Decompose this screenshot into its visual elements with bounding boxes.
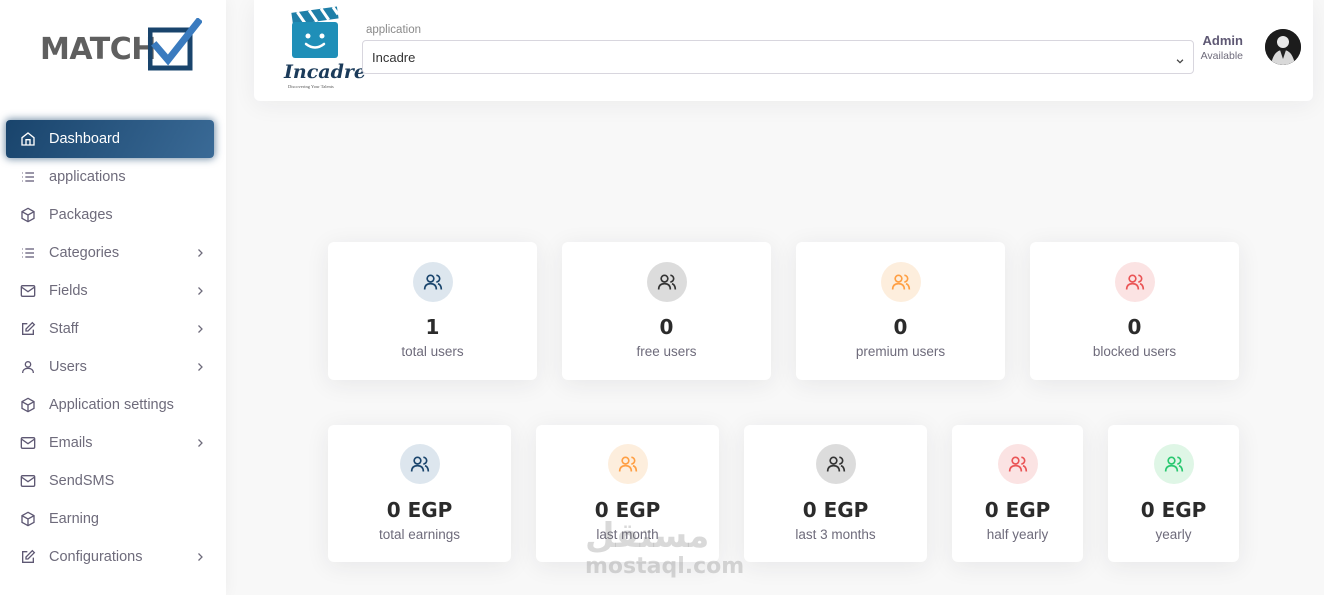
sidebar-item-label: Earning	[49, 511, 99, 527]
sidebar-item-application-settings[interactable]: Application settings	[6, 386, 214, 424]
edit-icon	[20, 321, 36, 337]
sidebar-item-users[interactable]: Users	[6, 348, 214, 386]
application-select[interactable]: Incadre	[362, 40, 1194, 74]
stat-card-blocked-users: 0 blocked users	[1030, 242, 1239, 380]
stat-label: blocked users	[1092, 344, 1177, 359]
stat-value: 1	[425, 315, 440, 339]
mail-icon	[20, 435, 36, 451]
application-logo-tagline: Discovering Your Talents	[288, 84, 334, 89]
application-select-value: Incadre	[372, 50, 416, 65]
sidebar-item-label: Dashboard	[49, 131, 120, 147]
sidebar-item-label: Categories	[49, 245, 120, 261]
sidebar-item-staff[interactable]: Staff	[6, 310, 214, 348]
sidebar-item-categories[interactable]: Categories	[6, 234, 214, 272]
stat-label: yearly	[1155, 527, 1192, 542]
sidebar-item-fields[interactable]: Fields	[6, 272, 214, 310]
stat-label: premium users	[855, 344, 946, 359]
users-icon	[880, 262, 921, 302]
sidebar-item-label: Configurations	[49, 549, 143, 565]
brand-logo[interactable]: MATCH	[40, 18, 202, 74]
chevron-down-icon	[1175, 53, 1185, 71]
stat-card-total-earnings: 0 EGP total earnings	[328, 425, 511, 562]
chevron-right-icon	[194, 360, 206, 378]
users-icon	[607, 444, 648, 484]
sidebar-item-configurations[interactable]: Configurations	[6, 538, 214, 576]
checkmark-logo-icon	[148, 18, 202, 71]
stat-value: 0 EGP	[386, 498, 453, 522]
watermark-arabic: مستقل	[585, 516, 710, 556]
stat-card-last-3-months: 0 EGP last 3 months	[744, 425, 927, 562]
user-status: Available	[1200, 50, 1243, 62]
users-icon	[399, 444, 440, 484]
users-icon	[646, 262, 687, 302]
stat-card-free-users: 0 free users	[562, 242, 771, 380]
sidebar-nav: Dashboard applications Packages Categori…	[0, 120, 226, 576]
users-icon	[1114, 262, 1155, 302]
list-icon	[20, 169, 36, 185]
users-icon	[997, 444, 1038, 484]
home-icon	[20, 131, 36, 147]
chevron-right-icon	[194, 436, 206, 454]
stat-value: 0	[893, 315, 908, 339]
sidebar: MATCH Dashboard applications Packages Ca…	[0, 0, 226, 595]
application-logo: Incadre Discovering Your Talents	[282, 6, 366, 94]
stat-value: 0	[1127, 315, 1142, 339]
stat-card-premium-users: 0 premium users	[796, 242, 1005, 380]
edit-icon	[20, 549, 36, 565]
stat-value: 0 EGP	[984, 498, 1051, 522]
mail-icon	[20, 473, 36, 489]
sidebar-item-applications[interactable]: applications	[6, 158, 214, 196]
sidebar-item-label: Packages	[49, 207, 113, 223]
stat-label: half yearly	[986, 527, 1049, 542]
users-icon	[815, 444, 856, 484]
stat-card-total-users: 1 total users	[328, 242, 537, 380]
chevron-right-icon	[194, 284, 206, 302]
sidebar-item-earning[interactable]: Earning	[6, 500, 214, 538]
package-icon	[20, 207, 36, 223]
watermark: مستقل mostaql.com	[585, 518, 744, 578]
stat-card-half-yearly: 0 EGP half yearly	[952, 425, 1083, 562]
avatar-image	[1265, 29, 1301, 65]
sidebar-item-label: Fields	[49, 283, 88, 299]
sidebar-item-label: Staff	[49, 321, 79, 337]
stat-label: free users	[636, 344, 697, 359]
package-icon	[20, 397, 36, 413]
stat-value: 0	[659, 315, 674, 339]
sidebar-item-label: applications	[49, 169, 126, 185]
stat-value: 0 EGP	[802, 498, 869, 522]
sidebar-item-label: Users	[49, 359, 87, 375]
sidebar-item-emails[interactable]: Emails	[6, 424, 214, 462]
application-select-label: application	[366, 24, 421, 36]
package-icon	[20, 511, 36, 527]
chevron-right-icon	[194, 246, 206, 264]
stat-label: total users	[401, 344, 464, 359]
application-logo-text: Incadre	[284, 61, 366, 83]
top-navbar: Incadre Discovering Your Talents applica…	[254, 0, 1313, 101]
avatar[interactable]	[1265, 29, 1301, 65]
user-icon	[20, 359, 36, 375]
users-icon	[1153, 444, 1194, 484]
sidebar-item-packages[interactable]: Packages	[6, 196, 214, 234]
users-icon	[412, 262, 453, 302]
list-icon	[20, 245, 36, 261]
sidebar-item-sendsms[interactable]: SendSMS	[6, 462, 214, 500]
mail-icon	[20, 283, 36, 299]
brand-logo-text: MATCH	[40, 32, 156, 67]
stat-label: total earnings	[378, 527, 461, 542]
chevron-right-icon	[194, 550, 206, 568]
stat-value: 0 EGP	[1140, 498, 1207, 522]
sidebar-item-label: Emails	[49, 435, 93, 451]
sidebar-item-label: Application settings	[49, 397, 174, 413]
stat-label: last 3 months	[795, 527, 876, 542]
user-name: Admin	[1202, 33, 1243, 48]
sidebar-item-label: SendSMS	[49, 473, 115, 489]
sidebar-item-dashboard[interactable]: Dashboard	[6, 120, 214, 158]
stat-card-yearly: 0 EGP yearly	[1108, 425, 1239, 562]
chevron-right-icon	[194, 322, 206, 340]
watermark-latin: mostaql.com	[585, 554, 745, 579]
